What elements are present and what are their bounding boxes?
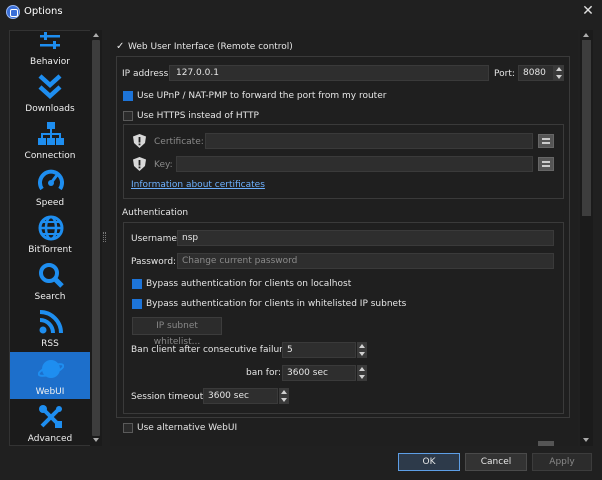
sidebar-item-label: Downloads <box>25 104 75 114</box>
bypass-whitelist-label: Bypass authentication for clients in whi… <box>146 299 407 309</box>
rss-icon <box>39 310 63 334</box>
ip-subnet-whitelist-button[interactable]: IP subnet whitelist... <box>132 317 222 347</box>
certificate-path-input[interactable] <box>205 133 533 149</box>
password-input[interactable]: Change current password <box>177 253 554 269</box>
sidebar-item-label: WebUI <box>35 387 65 397</box>
ok-button[interactable]: OK <box>398 453 460 471</box>
scroll-up-icon[interactable] <box>93 33 99 37</box>
network-icon <box>38 122 64 145</box>
cancel-button[interactable]: Cancel <box>465 453 527 471</box>
sidebar-item-label: RSS <box>41 339 59 349</box>
main-scroll-thumb[interactable] <box>582 40 591 216</box>
sidebar-item-rss[interactable]: RSS <box>10 305 90 351</box>
ban-failures-label: Ban client after consecutive failures: <box>131 345 296 355</box>
app-icon <box>6 5 20 19</box>
bypass-localhost-label: Bypass authentication for clients on loc… <box>146 279 352 289</box>
authentication-title: Authentication <box>122 208 189 218</box>
webui-enable-label: Web User Interface (Remote control) <box>128 42 293 52</box>
speedometer-icon <box>38 169 64 191</box>
magnifier-icon <box>39 263 64 288</box>
close-icon[interactable]: ✕ <box>580 3 596 19</box>
certificate-label: Certificate: <box>154 137 204 147</box>
alt-webui-checkbox[interactable] <box>123 423 133 433</box>
sidebar-item-label: BitTorrent <box>28 245 72 255</box>
sidebar-item-search[interactable]: Search <box>10 258 90 304</box>
session-timeout-label: Session timeout: <box>131 392 207 402</box>
globe-icon <box>38 215 64 241</box>
alt-webui-label: Use alternative WebUI <box>137 423 238 433</box>
ban-for-input[interactable]: 3600 sec <box>282 365 356 381</box>
sidebar-item-label: Behavior <box>30 57 70 67</box>
upnp-label: Use UPnP / NAT-PMP to forward the port f… <box>137 91 387 101</box>
key-label: Key: <box>154 160 173 170</box>
ban-failures-spinner[interactable] <box>357 342 367 358</box>
port-label: Port: <box>494 69 515 79</box>
ip-address-input[interactable]: 127.0.0.1 <box>169 65 489 81</box>
sidebar-item-behavior[interactable]: Behavior <box>10 31 90 69</box>
warning-shield-icon <box>133 134 146 148</box>
sidebar-item-bittorrent[interactable]: BitTorrent <box>10 211 90 257</box>
bypass-whitelist-checkbox[interactable] <box>132 299 142 309</box>
ip-address-label: IP address: <box>122 69 172 79</box>
bypass-localhost-checkbox[interactable] <box>132 279 142 289</box>
ban-for-label: ban for: <box>246 368 282 378</box>
sidebar-item-speed[interactable]: Speed <box>10 164 90 210</box>
planet-icon <box>38 360 64 378</box>
sidebar-item-connection[interactable]: Connection <box>10 117 90 163</box>
browse-key-icon[interactable] <box>538 157 554 171</box>
title-bar <box>0 0 602 24</box>
ban-for-spinner[interactable] <box>357 365 367 381</box>
sliders-icon <box>40 32 60 49</box>
window-title: Options <box>24 6 63 17</box>
sidebar-scroll-thumb[interactable] <box>92 40 100 436</box>
port-input[interactable]: 8080 <box>518 65 554 81</box>
port-spinner[interactable] <box>554 65 564 81</box>
sidebar-item-label: Search <box>34 292 66 302</box>
username-input[interactable]: nsp <box>177 230 554 246</box>
double-chevron-down-icon <box>38 74 62 100</box>
key-path-input[interactable] <box>176 156 533 172</box>
https-label: Use HTTPS instead of HTTP <box>137 111 259 121</box>
password-label: Password: <box>131 257 177 267</box>
certificate-info-link[interactable]: Information about certificates <box>131 180 265 190</box>
session-timeout-input[interactable]: 3600 sec <box>203 388 278 404</box>
splitter-handle[interactable] <box>103 232 106 242</box>
sidebar-item-label: Speed <box>35 198 65 208</box>
session-timeout-spinner[interactable] <box>279 388 289 404</box>
https-checkbox[interactable] <box>123 111 133 121</box>
webui-enable-checkbox[interactable]: ✓ <box>116 42 126 52</box>
ban-failures-input[interactable]: 5 <box>282 342 356 358</box>
wrench-screwdriver-icon <box>39 405 62 428</box>
sidebar-item-webui[interactable]: WebUI <box>10 352 90 399</box>
sidebar-item-downloads[interactable]: Downloads <box>10 70 90 116</box>
scroll-down-icon[interactable] <box>93 438 99 442</box>
scroll-down-icon[interactable] <box>583 438 589 442</box>
upnp-checkbox[interactable] <box>123 91 133 101</box>
sidebar-item-label: Advanced <box>27 434 73 444</box>
apply-button[interactable]: Apply <box>532 453 592 471</box>
username-label: Username: <box>131 234 180 244</box>
alt-webui-browse-icon[interactable] <box>538 441 554 446</box>
scroll-up-icon[interactable] <box>583 33 589 37</box>
sidebar-item-label: Connection <box>24 151 76 161</box>
warning-shield-icon <box>133 157 146 171</box>
sidebar-item-advanced[interactable]: Advanced <box>10 400 90 446</box>
browse-certificate-icon[interactable] <box>538 134 554 148</box>
